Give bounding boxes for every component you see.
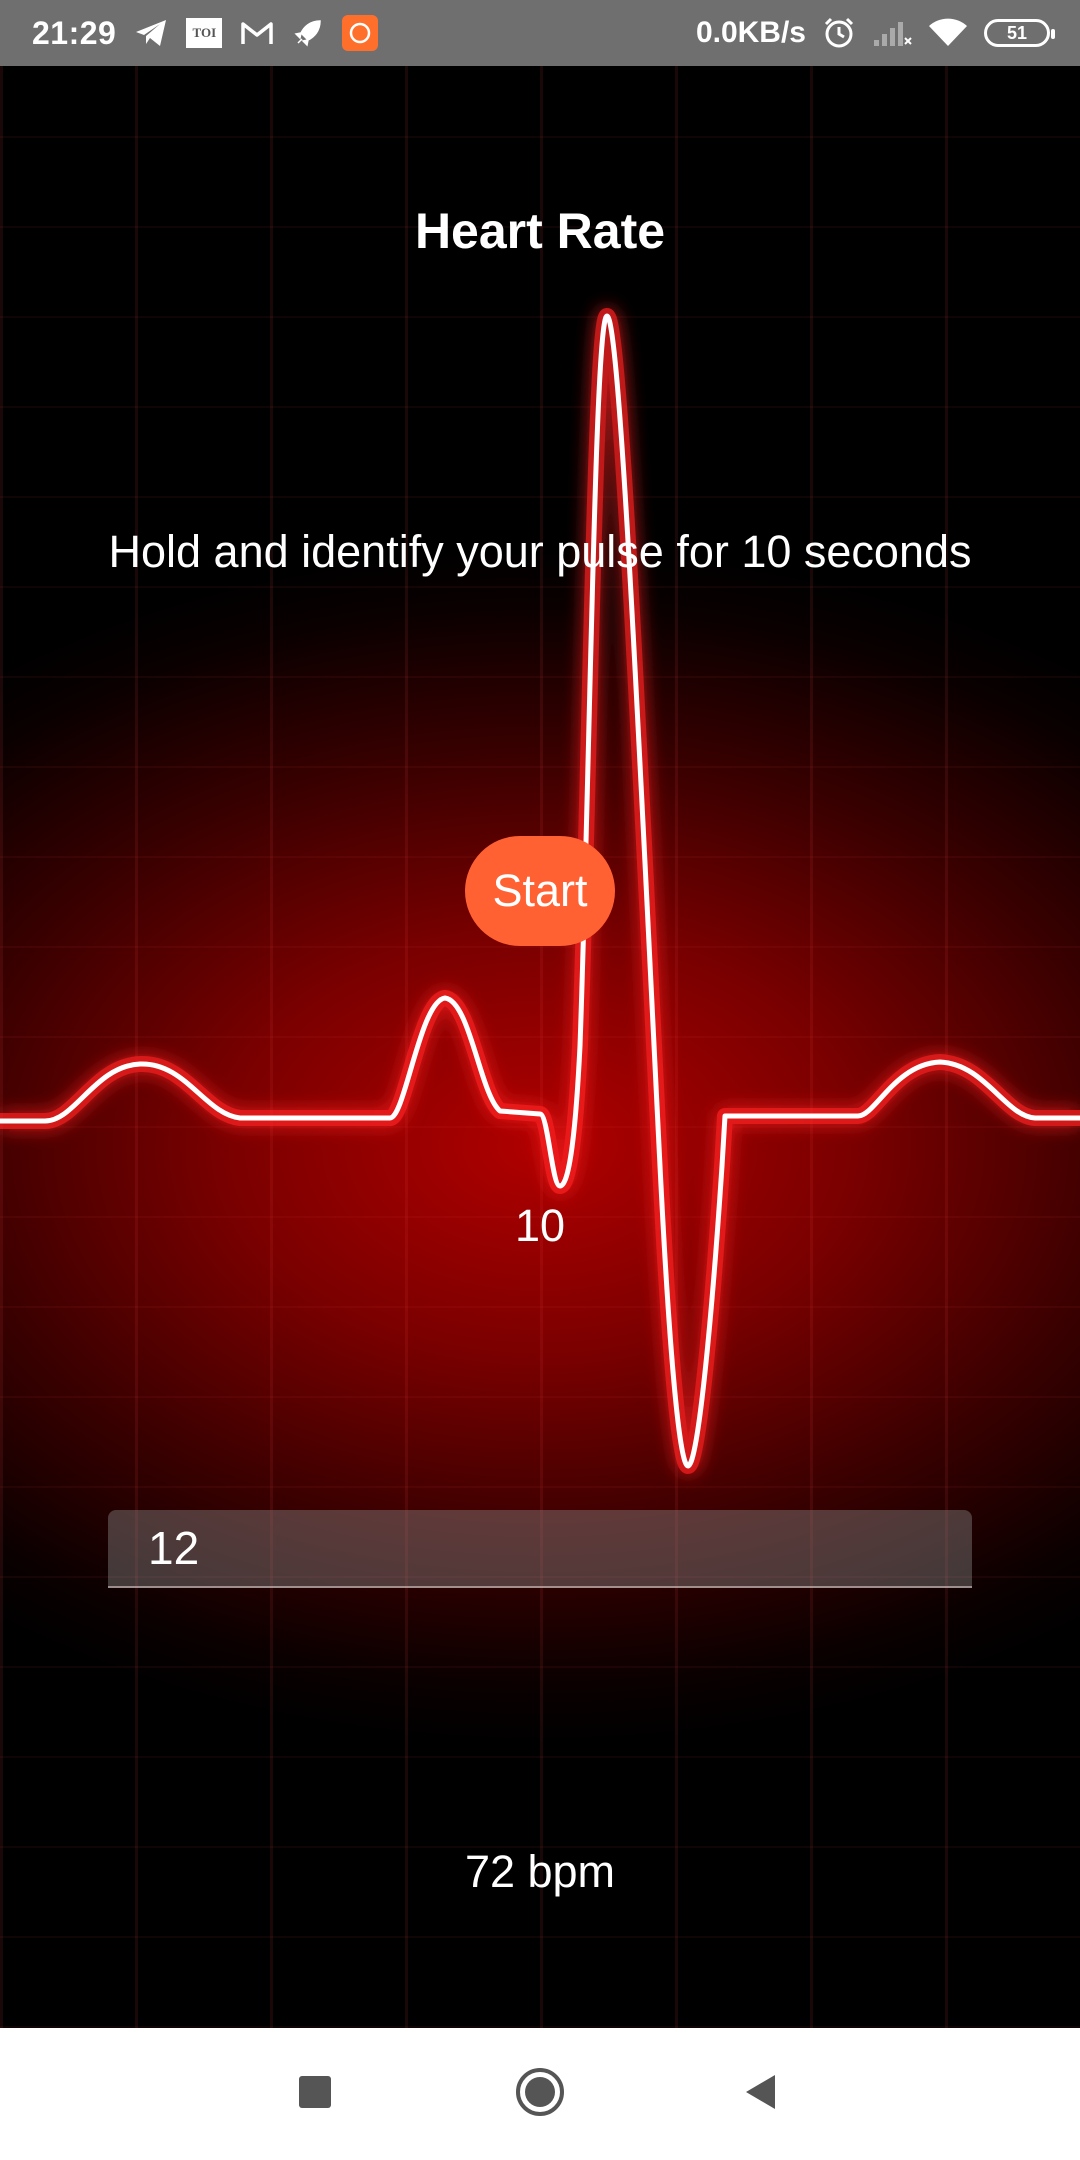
rocket-icon <box>292 17 324 49</box>
back-button[interactable] <box>700 2028 820 2160</box>
status-bar: 21:29 TOI 0.0KB/s 51 <box>0 0 1080 66</box>
status-left: 21:29 TOI <box>32 0 379 66</box>
navigation-bar <box>0 2028 1080 2160</box>
countdown-text: 10 <box>514 1200 566 1251</box>
recents-icon <box>298 2075 332 2114</box>
bpm-result: 72 bpm <box>464 1846 616 1897</box>
telegram-icon <box>134 18 168 48</box>
toi-icon: TOI <box>186 18 223 48</box>
heart-rate-screen: Heart Rate Hold and identify your pulse … <box>0 66 1080 2028</box>
battery-icon: 51 <box>984 19 1055 47</box>
mi-icon <box>342 15 379 51</box>
ecg-waveform <box>0 308 1080 1474</box>
instruction-text: Hold and identify your pulse for 10 seco… <box>108 526 972 577</box>
home-icon <box>514 2066 566 2123</box>
status-right: 0.0KB/s 51 <box>695 0 1055 66</box>
signal-icon <box>872 18 912 48</box>
home-button[interactable] <box>480 2028 600 2160</box>
page-title: Heart Rate <box>414 203 666 259</box>
back-icon <box>743 2073 777 2116</box>
wifi-icon <box>928 18 968 48</box>
status-time: 21:29 <box>32 14 117 51</box>
network-speed: 0.0KB/s <box>695 16 806 49</box>
start-button[interactable]: Start <box>465 836 615 946</box>
gmail-icon <box>240 20 274 46</box>
pulse-count-input[interactable]: 12 <box>108 1510 972 1588</box>
alarm-icon <box>822 16 856 50</box>
recents-button[interactable] <box>255 2028 375 2160</box>
